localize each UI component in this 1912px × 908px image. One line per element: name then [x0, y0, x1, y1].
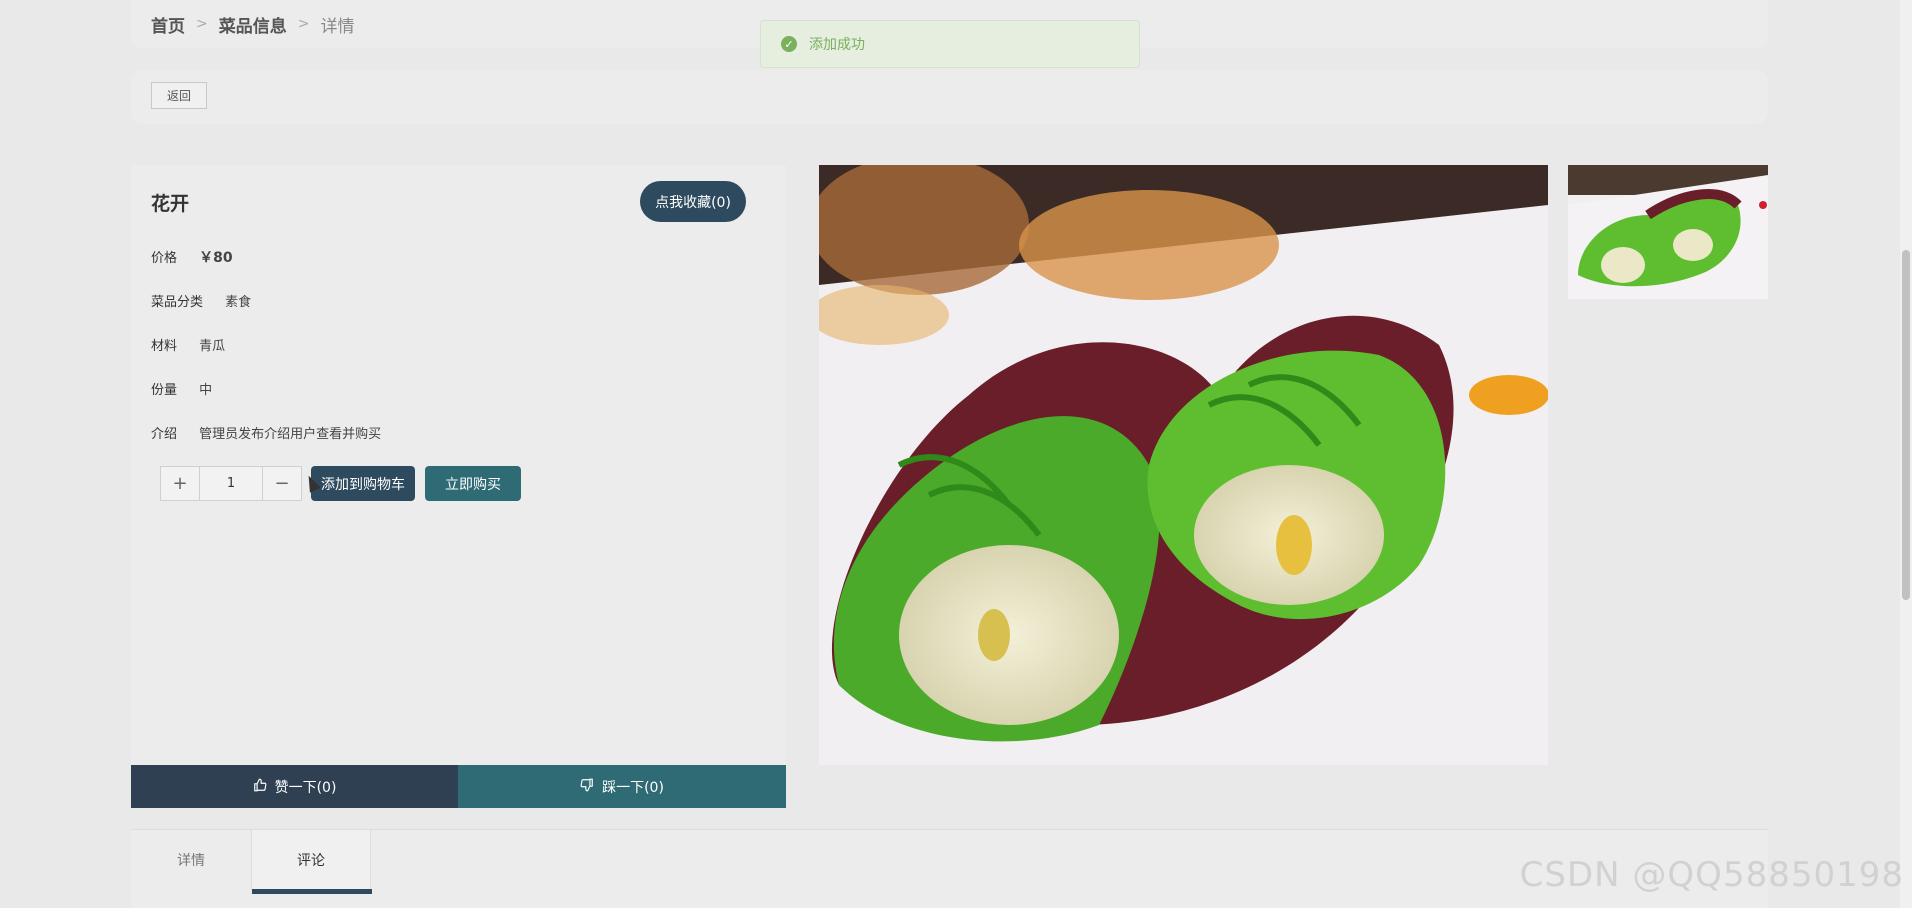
vote-bar: 赞一下(0) 踩一下(0): [131, 765, 786, 808]
breadcrumb-category[interactable]: 菜品信息: [219, 12, 287, 37]
dislike-label: 踩一下(0): [602, 779, 664, 796]
active-tab-indicator: [252, 889, 372, 894]
attr-value: ￥80: [199, 250, 233, 266]
toast-message: 添加成功: [809, 37, 865, 53]
back-bar: 返回: [131, 70, 1768, 124]
favorite-button[interactable]: 点我收藏(0): [640, 181, 746, 222]
back-button[interactable]: 返回: [151, 82, 207, 109]
dislike-button[interactable]: 踩一下(0): [458, 765, 786, 808]
thumbs-down-icon: [580, 778, 594, 796]
breadcrumb-current: 详情: [320, 16, 355, 37]
like-button[interactable]: 赞一下(0): [131, 765, 458, 808]
watermark: CSDN @QQ58850198: [1519, 855, 1904, 895]
product-thumbnail[interactable]: [1568, 165, 1768, 299]
thumbs-up-icon: [253, 778, 267, 796]
attr-label: 菜品分类: [151, 295, 204, 310]
attr-portion: 份量 中: [151, 379, 212, 398]
page-scrollbar[interactable]: [1900, 0, 1912, 908]
tab-comments-label: 评论: [297, 853, 325, 869]
attr-value: 素食: [225, 295, 252, 310]
attr-value: 中: [199, 383, 213, 398]
attr-label: 价格: [151, 251, 178, 266]
attr-price: 价格 ￥80: [151, 247, 233, 267]
quantity-plus-button[interactable]: +: [161, 467, 199, 500]
scrollbar-thumb[interactable]: [1902, 250, 1910, 600]
attr-intro: 介绍 管理员发布介绍用户查看并购买: [151, 423, 381, 442]
attr-material: 材料 青瓜: [151, 335, 225, 354]
add-to-cart-button[interactable]: 添加到购物车: [311, 466, 415, 501]
product-info-panel: 花开 点我收藏(0) 价格 ￥80 菜品分类 素食 材料 青瓜 份量 中 介绍 …: [131, 165, 786, 765]
quantity-stepper: + 1 −: [160, 466, 302, 501]
success-toast: ✓ 添加成功: [760, 20, 1140, 68]
breadcrumb-home[interactable]: 首页: [151, 12, 185, 37]
attr-value: 青瓜: [199, 339, 226, 354]
attr-category: 菜品分类 素食: [151, 291, 251, 310]
product-name: 花开: [151, 193, 190, 215]
attr-label: 介绍: [151, 427, 178, 442]
attr-value: 管理员发布介绍用户查看并购买: [199, 427, 382, 442]
attr-label: 份量: [151, 383, 178, 398]
like-label: 赞一下(0): [274, 779, 337, 796]
check-circle-icon: ✓: [781, 36, 797, 52]
product-main-image: [819, 165, 1548, 765]
quantity-minus-button[interactable]: −: [263, 467, 301, 500]
buy-now-button[interactable]: 立即购买: [425, 466, 521, 501]
tab-details[interactable]: 详情: [131, 830, 251, 890]
tab-comments[interactable]: 评论: [251, 830, 372, 894]
quantity-input[interactable]: 1: [199, 467, 263, 500]
breadcrumb-separator: >: [196, 16, 208, 32]
attr-label: 材料: [151, 339, 178, 354]
breadcrumb-separator: >: [297, 16, 310, 32]
